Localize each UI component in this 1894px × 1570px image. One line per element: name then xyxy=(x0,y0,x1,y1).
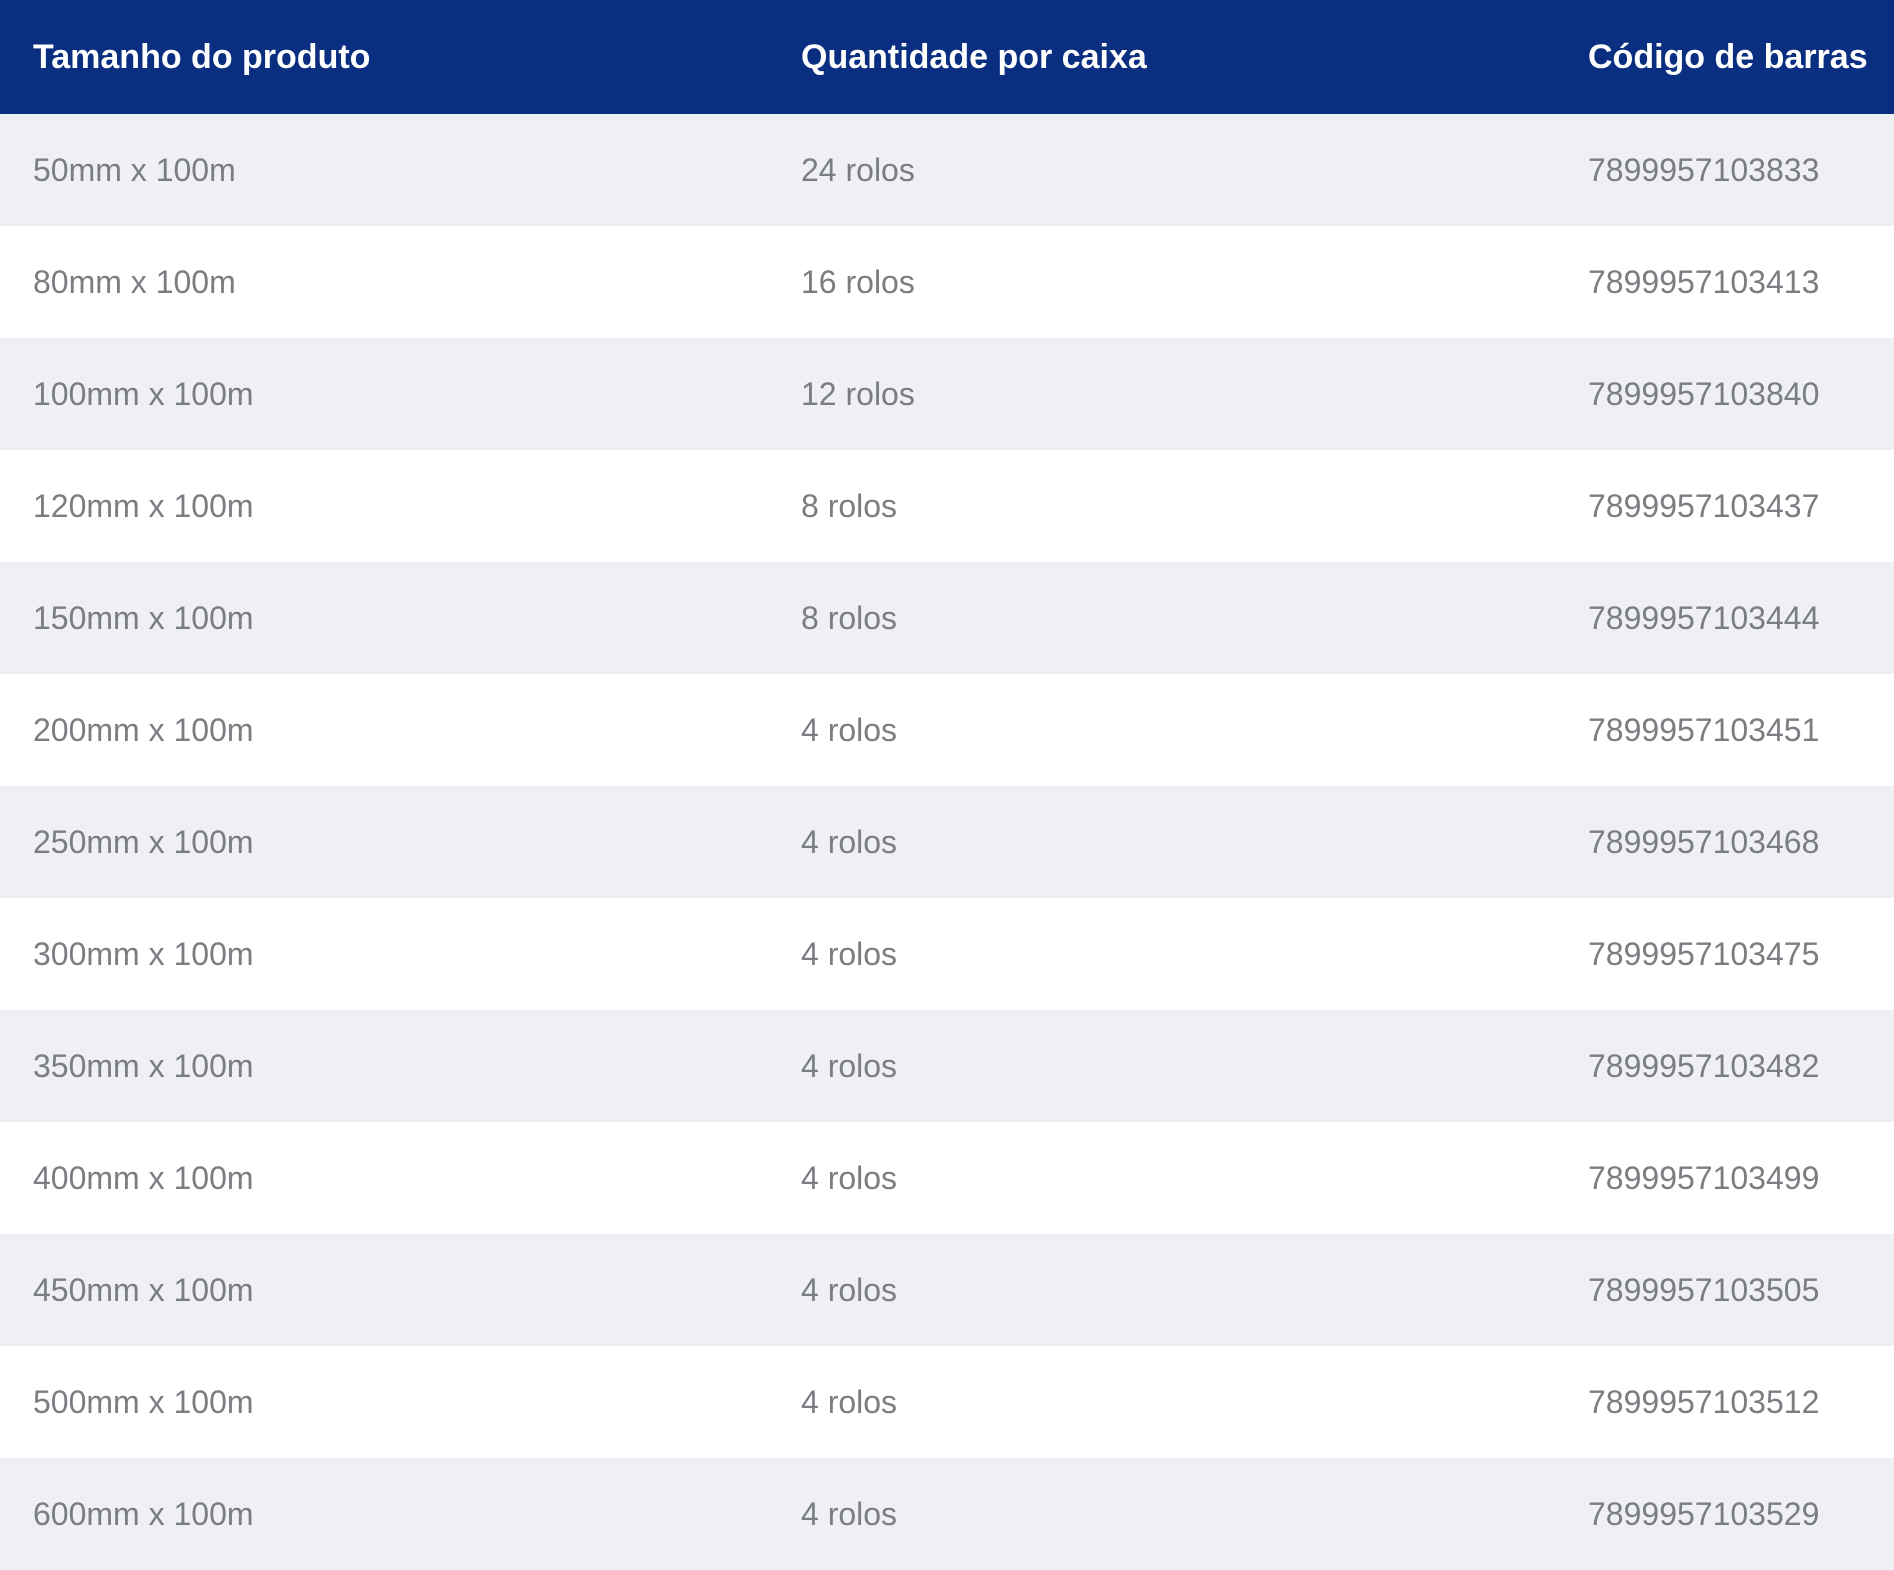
cell-size: 100mm x 100m xyxy=(33,375,254,412)
cell-quantity: 4 rolos xyxy=(801,1383,898,1420)
cell-size: 200mm x 100m xyxy=(33,711,254,748)
cell-quantity: 4 rolos xyxy=(801,935,898,972)
cell-quantity: 24 rolos xyxy=(801,151,915,188)
table-row: 150mm x 100m 8 rolos 7899957103444 xyxy=(0,562,1894,674)
cell-barcode: 7899957103512 xyxy=(1588,1383,1820,1420)
cell-size: 80mm x 100m xyxy=(33,263,236,300)
column-header-size: Tamanho do produto xyxy=(33,37,371,76)
cell-barcode: 7899957103499 xyxy=(1588,1159,1820,1196)
table-row: 100mm x 100m 12 rolos 7899957103840 xyxy=(0,338,1894,450)
cell-quantity: 4 rolos xyxy=(801,711,898,748)
table-row: 500mm x 100m 4 rolos 7899957103512 xyxy=(0,1346,1894,1458)
table-row: 450mm x 100m 4 rolos 7899957103505 xyxy=(0,1234,1894,1346)
table-header: Tamanho do produto Quantidade por caixa … xyxy=(0,0,1894,114)
cell-size: 150mm x 100m xyxy=(33,599,254,636)
table-row: 250mm x 100m 4 rolos 7899957103468 xyxy=(0,786,1894,898)
cell-barcode: 7899957103444 xyxy=(1588,599,1820,636)
cell-size: 50mm x 100m xyxy=(33,151,236,188)
cell-quantity: 4 rolos xyxy=(801,1047,898,1084)
cell-size: 600mm x 100m xyxy=(33,1495,254,1532)
cell-barcode: 7899957103413 xyxy=(1588,263,1820,300)
table-row: 350mm x 100m 4 rolos 7899957103482 xyxy=(0,1010,1894,1122)
table-row: 200mm x 100m 4 rolos 7899957103451 xyxy=(0,674,1894,786)
table-row: 600mm x 100m 4 rolos 7899957103529 xyxy=(0,1458,1894,1570)
cell-quantity: 8 rolos xyxy=(801,487,898,524)
table-row: 80mm x 100m 16 rolos 7899957103413 xyxy=(0,226,1894,338)
cell-size: 450mm x 100m xyxy=(33,1271,254,1308)
cell-quantity: 4 rolos xyxy=(801,1271,898,1308)
cell-barcode: 7899957103482 xyxy=(1588,1047,1820,1084)
column-header-quantity: Quantidade por caixa xyxy=(801,37,1147,76)
cell-size: 300mm x 100m xyxy=(33,935,254,972)
cell-quantity: 8 rolos xyxy=(801,599,898,636)
cell-size: 400mm x 100m xyxy=(33,1159,254,1196)
cell-size: 250mm x 100m xyxy=(33,823,254,860)
cell-barcode: 7899957103505 xyxy=(1588,1271,1820,1308)
cell-size: 350mm x 100m xyxy=(33,1047,254,1084)
cell-quantity: 16 rolos xyxy=(801,263,915,300)
column-header-barcode: Código de barras xyxy=(1588,37,1868,76)
cell-size: 500mm x 100m xyxy=(33,1383,254,1420)
cell-quantity: 4 rolos xyxy=(801,1495,898,1532)
table-row: 120mm x 100m 8 rolos 7899957103437 xyxy=(0,450,1894,562)
table-row: 400mm x 100m 4 rolos 7899957103499 xyxy=(0,1122,1894,1234)
cell-quantity: 12 rolos xyxy=(801,375,915,412)
cell-barcode: 7899957103529 xyxy=(1588,1495,1820,1532)
cell-barcode: 7899957103833 xyxy=(1588,151,1820,188)
cell-quantity: 4 rolos xyxy=(801,823,898,860)
cell-barcode: 7899957103840 xyxy=(1588,375,1820,412)
table-row: 300mm x 100m 4 rolos 7899957103475 xyxy=(0,898,1894,1010)
cell-barcode: 7899957103437 xyxy=(1588,487,1820,524)
cell-size: 120mm x 100m xyxy=(33,487,254,524)
cell-barcode: 7899957103475 xyxy=(1588,935,1820,972)
cell-quantity: 4 rolos xyxy=(801,1159,898,1196)
cell-barcode: 7899957103451 xyxy=(1588,711,1820,748)
product-table: Tamanho do produto Quantidade por caixa … xyxy=(0,0,1894,1570)
table-row: 50mm x 100m 24 rolos 7899957103833 xyxy=(0,114,1894,226)
cell-barcode: 7899957103468 xyxy=(1588,823,1820,860)
